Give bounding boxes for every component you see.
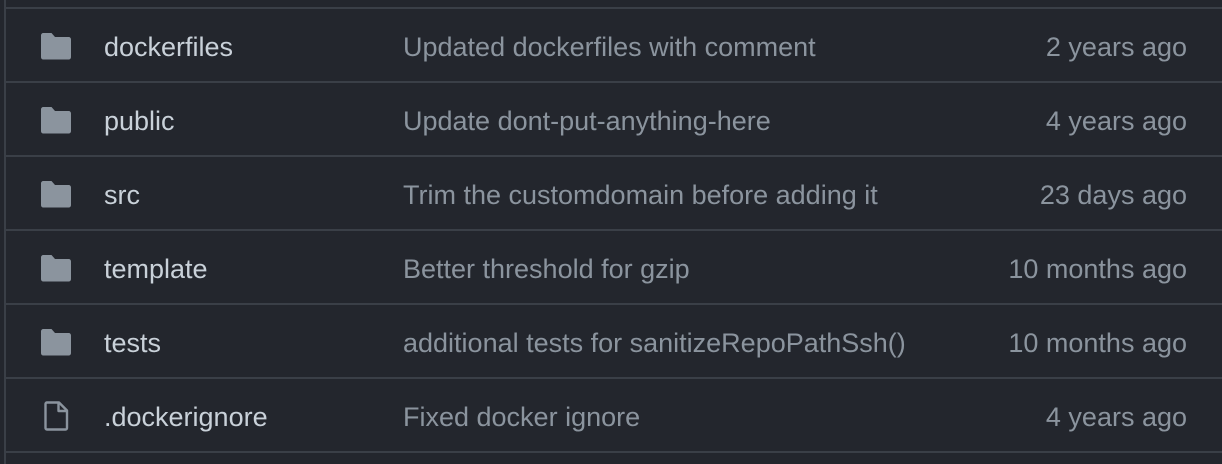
file-icon <box>39 401 73 431</box>
file-name-link[interactable]: .dockerignore <box>104 379 268 451</box>
commit-message-link[interactable]: Trim the customdomain before adding it <box>403 157 878 229</box>
table-row-partial <box>6 451 1222 464</box>
file-row[interactable]: src Trim the customdomain before adding … <box>6 155 1222 229</box>
folder-icon <box>39 179 73 209</box>
file-name-link[interactable]: src <box>104 157 140 229</box>
file-row[interactable]: tests additional tests for sanitizeRepoP… <box>6 303 1222 377</box>
commit-message-link[interactable]: Updated dockerfiles with comment <box>403 9 816 81</box>
commit-age: 10 months ago <box>1008 254 1187 284</box>
file-row[interactable]: template Better threshold for gzip 10 mo… <box>6 229 1222 303</box>
commit-message-link[interactable]: Better threshold for gzip <box>403 231 690 303</box>
commit-age: 23 days ago <box>1039 180 1187 210</box>
commit-age: 4 years ago <box>1045 402 1187 432</box>
file-name-link[interactable]: public <box>104 83 175 155</box>
file-row[interactable]: public Update dont-put-anything-here 4 y… <box>6 81 1222 155</box>
folder-icon <box>39 253 73 283</box>
file-row[interactable]: .dockerignore Fixed docker ignore 4 year… <box>6 377 1222 451</box>
file-name-link[interactable]: tests <box>104 305 161 377</box>
file-name-link[interactable]: template <box>104 231 208 303</box>
commit-message-link[interactable]: additional tests for sanitizeRepoPathSsh… <box>403 305 906 377</box>
commit-message-link[interactable]: Update dont-put-anything-here <box>403 83 771 155</box>
commit-age: 4 years ago <box>1045 106 1187 136</box>
commit-age: 10 months ago <box>1008 328 1187 358</box>
commit-age: 2 years ago <box>1045 32 1187 62</box>
file-list: dockerfiles Updated dockerfiles with com… <box>4 0 1222 464</box>
folder-icon <box>39 31 73 61</box>
file-row[interactable]: dockerfiles Updated dockerfiles with com… <box>6 7 1222 81</box>
file-name-link[interactable]: dockerfiles <box>104 9 233 81</box>
folder-icon <box>39 327 73 357</box>
commit-message-link[interactable]: Fixed docker ignore <box>403 379 640 451</box>
folder-icon <box>39 105 73 135</box>
